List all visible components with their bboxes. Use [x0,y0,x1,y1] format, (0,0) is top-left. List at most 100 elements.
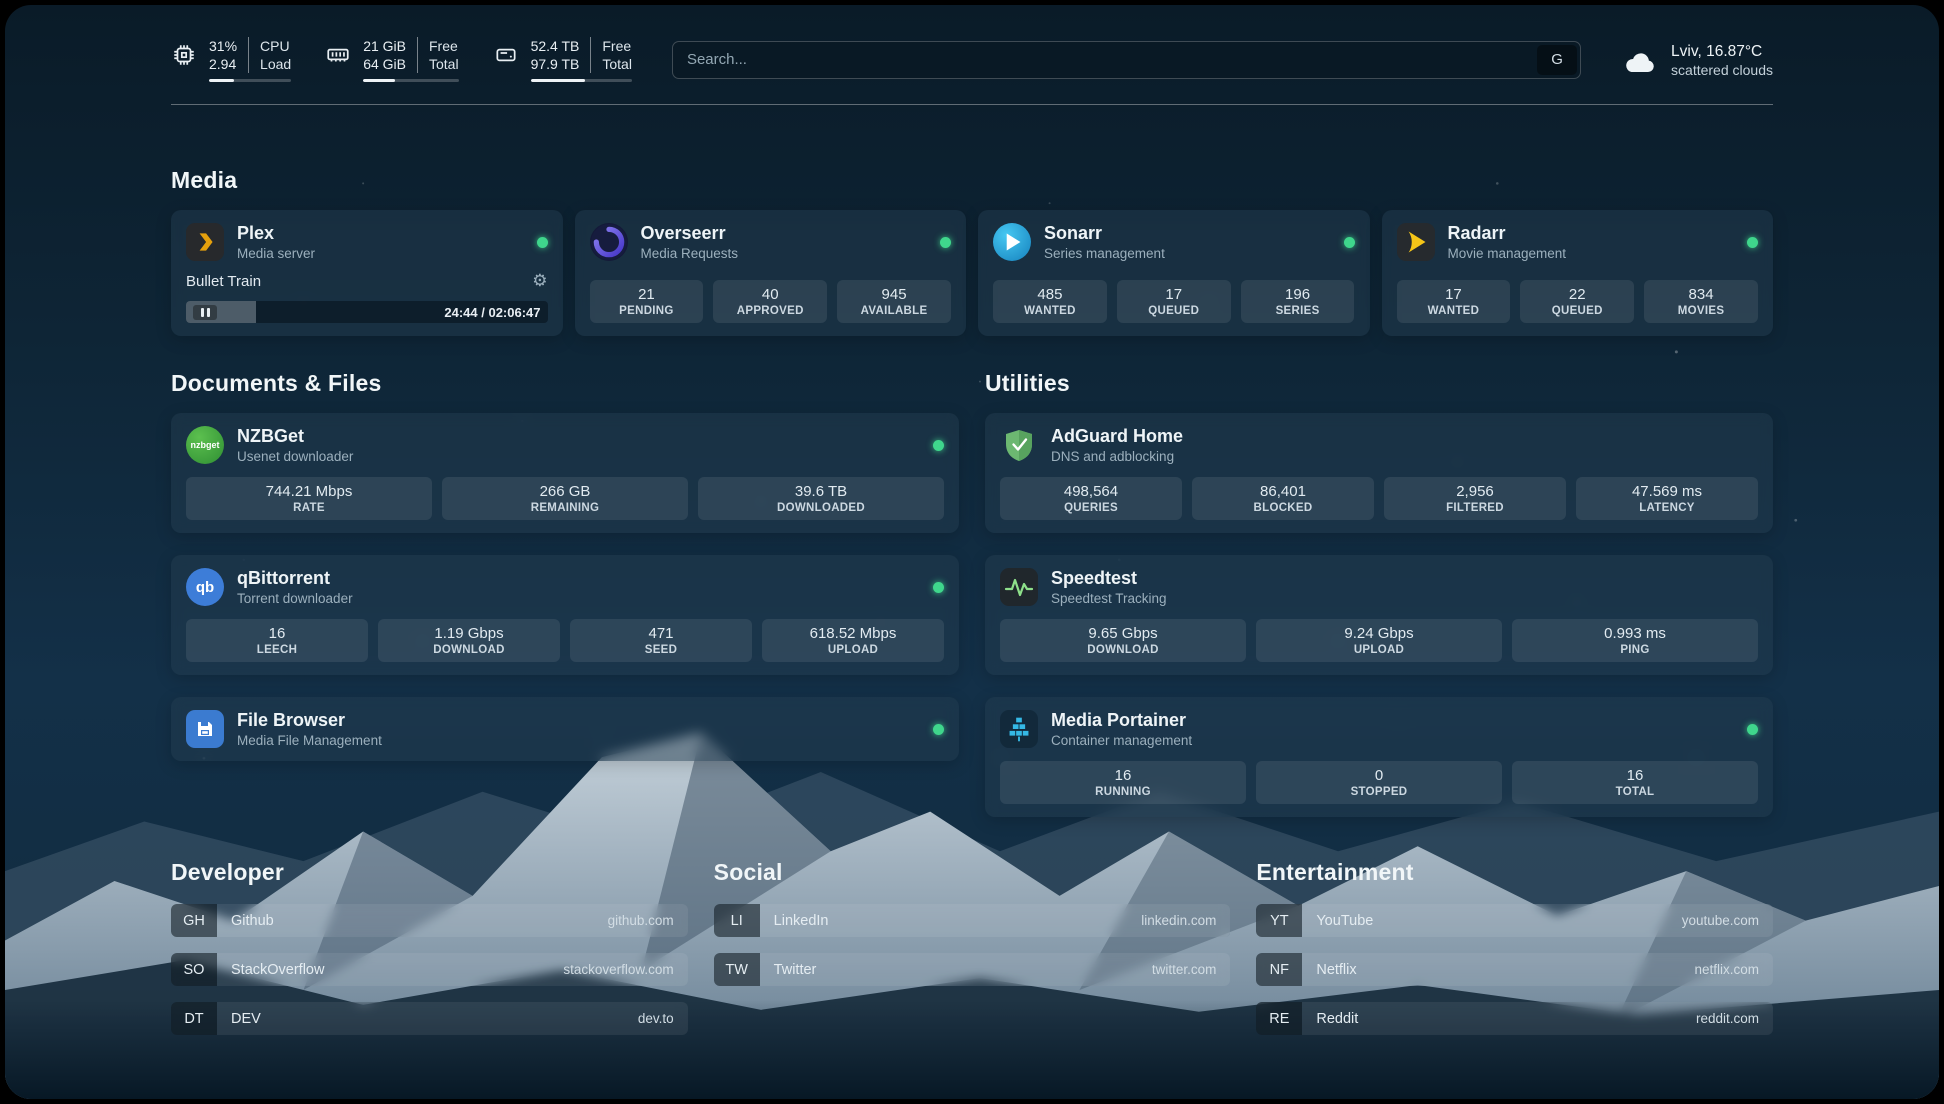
bookmark-url: github.com [608,913,674,928]
card-adguard[interactable]: AdGuard Home DNS and adblocking 498,564 … [985,413,1773,533]
radarr-icon [1397,223,1435,261]
status-dot-online [1747,237,1758,248]
stat-rate: 744.21 Mbps RATE [186,477,432,520]
disk-label-bottom: Total [602,55,632,73]
card-plex[interactable]: Plex Media server Bullet Train ⚙ 24:44 /… [171,210,563,336]
stat-value: 17 [1121,285,1227,304]
bookmark-url: reddit.com [1696,1011,1759,1026]
memory-progress-fill [363,79,394,82]
qbittorrent-icon-text: qb [196,579,214,596]
bookmark-youtube[interactable]: YT YouTube youtube.com [1256,904,1773,937]
bookmarks-social: Social LI LinkedIn linkedin.com TW Twitt… [714,859,1231,1035]
stat-value: 744.21 Mbps [190,482,428,501]
card-speedtest[interactable]: Speedtest Speedtest Tracking 9.65 Gbps D… [985,555,1773,675]
stat-label: WANTED [997,305,1103,317]
stat-blocked: 86,401 BLOCKED [1192,477,1374,520]
bookmark-netflix[interactable]: NF Netflix netflix.com [1256,953,1773,986]
bookmarks-developer: Developer GH Github github.com SO StackO… [171,859,688,1035]
stat-running: 16 RUNNING [1000,761,1246,804]
card-sonarr[interactable]: Sonarr Series management 485 WANTED 17 Q… [978,210,1370,336]
bookmark-github[interactable]: GH Github github.com [171,904,688,937]
stat-label: AVAILABLE [841,305,947,317]
bookmark-url: stackoverflow.com [563,962,673,977]
stat-approved: 40 APPROVED [713,280,827,323]
stat-label: BLOCKED [1196,502,1370,514]
gear-icon[interactable]: ⚙ [532,273,547,289]
app-name: AdGuard Home [1051,426,1183,447]
memory-free: 21 GiB [363,37,406,55]
search-engine-button[interactable]: G [1537,45,1577,75]
playback-progress-bar[interactable]: 24:44 / 02:06:47 [186,301,548,323]
stat-value: 945 [841,285,947,304]
stat-value: 16 [1516,766,1754,785]
status-dot-online [940,237,951,248]
app-name: NZBGet [237,426,353,447]
stat-label: PING [1516,644,1754,656]
disk-free: 52.4 TB [531,37,580,55]
card-qbittorrent[interactable]: qb qBittorrent Torrent downloader 16 [171,555,959,675]
stat-queries: 498,564 QUERIES [1000,477,1182,520]
app-subtitle: Media Requests [641,246,739,261]
bookmark-abbr: DT [171,1002,217,1035]
memory-icon [325,42,351,68]
app-subtitle: Media File Management [237,733,382,748]
card-filebrowser[interactable]: File Browser Media File Management [171,697,959,761]
disk-total: 97.9 TB [531,55,580,73]
app-subtitle: Usenet downloader [237,449,353,464]
stat-label: RUNNING [1004,786,1242,798]
memory-widget: 21 GiB 64 GiB Free Total [325,37,458,82]
stat-queued: 22 QUEUED [1520,280,1634,323]
stat-ping: 0.993 ms PING [1512,619,1758,662]
stat-label: STOPPED [1260,786,1498,798]
bookmark-url: linkedin.com [1141,913,1216,928]
disk-progress-fill [531,79,586,82]
plex-icon [186,223,224,261]
bookmark-twitter[interactable]: TW Twitter twitter.com [714,953,1231,986]
playback-time: 24:44 / 02:06:47 [444,305,540,320]
nzbget-icon-text: nzbget [191,440,220,450]
stat-downloaded: 39.6 TB DOWNLOADED [698,477,944,520]
bookmark-dev[interactable]: DT DEV dev.to [171,1002,688,1035]
search-input[interactable] [672,41,1581,79]
card-portainer[interactable]: Media Portainer Container management 16 … [985,697,1773,817]
stat-value: 0.993 ms [1516,624,1754,643]
stat-value: 16 [1004,766,1242,785]
app-subtitle: DNS and adblocking [1051,449,1183,464]
cpu-percent: 31% [209,37,237,55]
status-dot-online [537,237,548,248]
bookmark-reddit[interactable]: RE Reddit reddit.com [1256,1002,1773,1035]
stat-latency: 47.569 ms LATENCY [1576,477,1758,520]
card-radarr[interactable]: Radarr Movie management 17 WANTED 22 QUE… [1382,210,1774,336]
stat-total: 16 TOTAL [1512,761,1758,804]
stat-upload: 9.24 Gbps UPLOAD [1256,619,1502,662]
pause-button[interactable] [193,305,217,320]
now-playing-title: Bullet Train [186,273,261,290]
metric-separator [590,37,591,73]
memory-total: 64 GiB [363,55,406,73]
card-overseerr[interactable]: Overseerr Media Requests 21 PENDING 40 A… [575,210,967,336]
bookmark-linkedin[interactable]: LI LinkedIn linkedin.com [714,904,1231,937]
memory-label-top: Free [429,37,459,55]
section-title-documents: Documents & Files [171,370,959,397]
stat-value: 1.19 Gbps [382,624,556,643]
portainer-icon [1000,710,1038,748]
stat-label: QUEUED [1524,305,1630,317]
status-dot-online [1344,237,1355,248]
app-name: Speedtest [1051,568,1167,589]
stat-label: DOWNLOAD [1004,644,1242,656]
stat-label: APPROVED [717,305,823,317]
bookmark-name: StackOverflow [231,962,324,978]
bookmark-url: youtube.com [1682,913,1759,928]
stat-value: 86,401 [1196,482,1370,501]
section-title-utilities: Utilities [985,370,1773,397]
stat-label: QUERIES [1004,502,1178,514]
stat-value: 21 [594,285,700,304]
bookmark-stackoverflow[interactable]: SO StackOverflow stackoverflow.com [171,953,688,986]
bookmark-name: DEV [231,1011,261,1027]
card-nzbget[interactable]: nzbget NZBGet Usenet downloader 744.21 M… [171,413,959,533]
bookmark-abbr: TW [714,953,760,986]
stat-label: RATE [190,502,428,514]
stat-value: 9.24 Gbps [1260,624,1498,643]
stat-label: UPLOAD [1260,644,1498,656]
disk-icon [493,42,519,68]
